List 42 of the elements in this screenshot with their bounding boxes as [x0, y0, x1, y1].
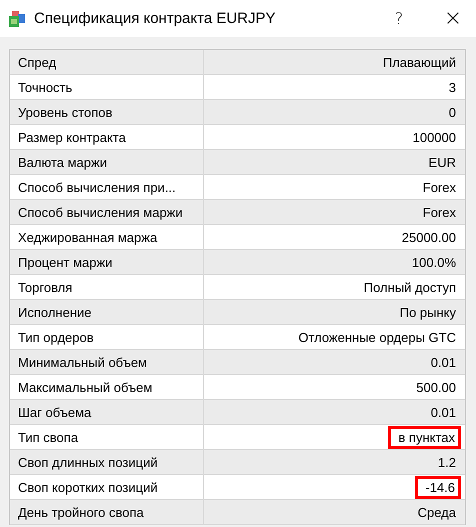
property-value: Forex	[422, 178, 457, 196]
property-value: в пунктах	[388, 426, 461, 448]
property-name: Своп длинных позиций	[10, 450, 204, 474]
property-value: Среда	[416, 504, 457, 522]
property-name: Торговля	[10, 275, 204, 299]
property-value: Полный доступ	[362, 278, 457, 297]
property-name: Своп коротких позиций	[10, 475, 204, 499]
property-name: День тройного свопа	[10, 500, 204, 524]
property-value: Плавающий	[382, 54, 457, 72]
property-value: 0.01	[430, 354, 457, 372]
app-icon	[8, 10, 26, 28]
property-name: Способ вычисления при...	[10, 175, 204, 199]
window-title: Спецификация контракта EURJPY	[34, 10, 277, 27]
property-name: Спред	[10, 50, 204, 74]
property-name: Процент маржи	[10, 250, 204, 274]
help-button[interactable]: ?	[376, 4, 422, 34]
close-button[interactable]: ×	[430, 4, 476, 34]
property-name: Исполнение	[10, 300, 204, 324]
property-value: 100.0%	[410, 254, 457, 272]
property-value: По рынку	[398, 304, 457, 322]
property-value: 25000.00	[400, 228, 457, 246]
property-value: Forex	[422, 204, 457, 222]
property-name: Минимальный объем	[10, 350, 204, 374]
property-value: 3	[448, 78, 457, 96]
property-name: Тип ордеров	[10, 325, 204, 349]
property-name: Тип свопа	[10, 425, 204, 449]
property-value: 0	[448, 104, 457, 122]
property-name: Хеджированная маржа	[10, 225, 204, 249]
property-value: -14.6	[415, 476, 461, 498]
property-name: Максимальный объем	[10, 375, 204, 399]
property-value: 100000	[412, 128, 457, 146]
property-value: 0.01	[430, 404, 457, 422]
property-name: Размер контракта	[10, 125, 204, 149]
property-name: Способ вычисления маржи	[10, 200, 204, 224]
property-value: EUR	[428, 154, 457, 172]
property-name: Шаг объема	[10, 400, 204, 424]
property-value: 500.00	[415, 378, 457, 396]
property-name: Валюта маржи	[10, 150, 204, 174]
property-value: Отложенные ордеры GTC	[297, 328, 457, 347]
property-name: Уровень стопов	[10, 100, 204, 124]
property-name: Точность	[10, 75, 204, 99]
property-value: 1.2	[436, 454, 457, 472]
